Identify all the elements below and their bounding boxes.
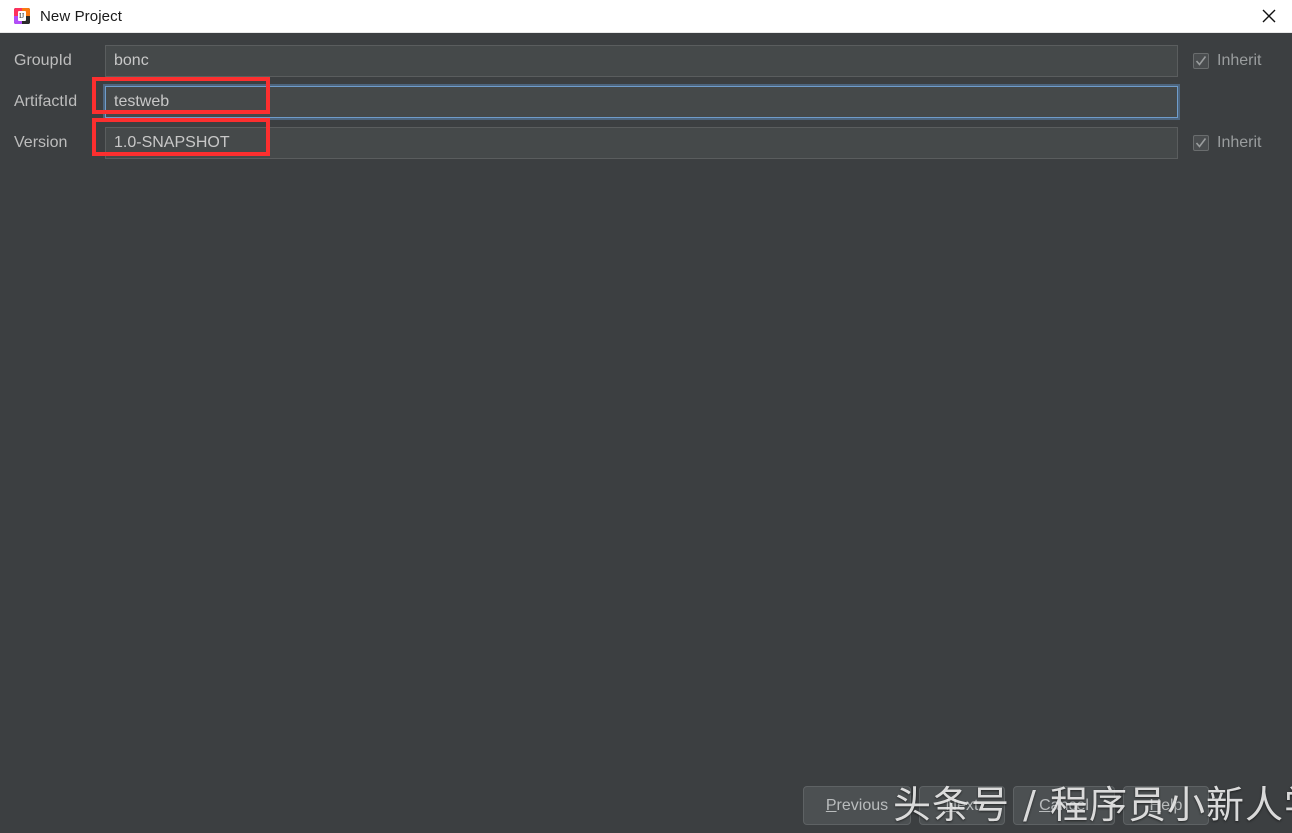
groupid-input[interactable] <box>105 45 1178 77</box>
next-button-mnemonic: N <box>945 796 958 814</box>
groupid-label: GroupId <box>14 52 72 69</box>
checkmark-icon <box>1193 53 1209 69</box>
dialog-button-bar: Previous Next Cancel Help <box>0 786 1292 833</box>
next-button[interactable]: Next <box>919 786 1005 825</box>
maven-coordinates-form: GroupId Inherit ArtifactId Version <box>0 33 1292 833</box>
previous-button-label: revious <box>836 796 889 814</box>
form-row-version: Version Inherit <box>0 127 1292 159</box>
cancel-button-label: ancel <box>1050 796 1089 814</box>
help-button-label: elp <box>1161 796 1183 814</box>
previous-button[interactable]: Previous <box>803 786 911 825</box>
titlebar: IJ New Project <box>0 0 1292 33</box>
help-button[interactable]: Help <box>1123 786 1209 825</box>
cancel-button-mnemonic: C <box>1039 796 1051 814</box>
cancel-button[interactable]: Cancel <box>1013 786 1115 825</box>
intellij-idea-icon: IJ <box>14 8 30 24</box>
form-row-artifactid: ArtifactId <box>0 86 1292 118</box>
groupid-inherit-label: Inherit <box>1217 52 1262 69</box>
form-row-groupid: GroupId Inherit <box>0 45 1292 77</box>
version-input[interactable] <box>105 127 1178 159</box>
version-label: Version <box>14 134 68 151</box>
previous-button-mnemonic: P <box>825 796 837 814</box>
new-project-dialog: IJ New Project GroupId bonc Inherit Arti… <box>0 0 1292 833</box>
artifactid-input[interactable] <box>105 86 1178 118</box>
checkmark-icon <box>1193 135 1209 151</box>
groupid-inherit-checkbox[interactable]: Inherit <box>1193 45 1261 77</box>
next-button-label: ext <box>957 796 979 814</box>
version-inherit-label: Inherit <box>1217 134 1262 151</box>
close-icon <box>1262 9 1276 23</box>
close-button[interactable] <box>1246 0 1292 32</box>
help-button-mnemonic: H <box>1149 796 1162 814</box>
artifactid-label: ArtifactId <box>14 93 78 110</box>
window-title: New Project <box>40 7 122 25</box>
version-inherit-checkbox[interactable]: Inherit <box>1193 127 1261 159</box>
